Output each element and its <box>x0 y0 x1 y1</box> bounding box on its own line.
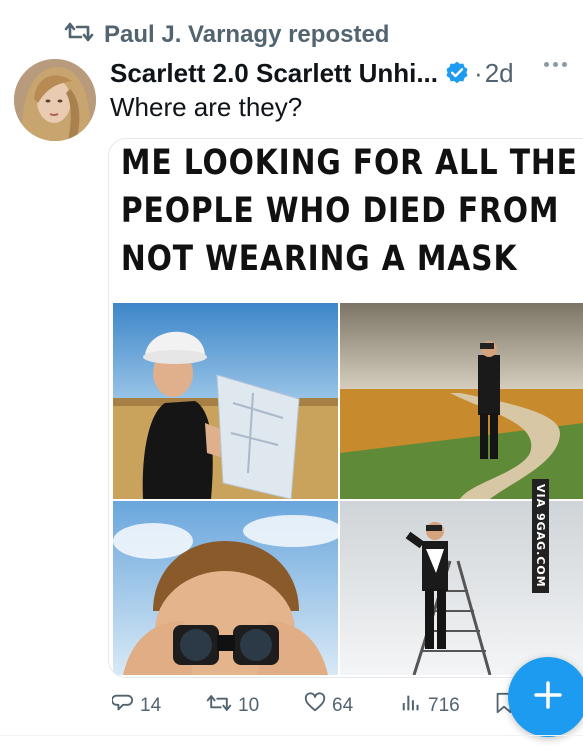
tweet-media[interactable]: ME LOOKING FOR ALL THE PEOPLE WHO DIED F… <box>108 138 583 678</box>
meme-panel-binoculars <box>113 501 338 675</box>
repost-icon <box>64 20 94 51</box>
reply-icon <box>111 692 134 720</box>
reply-count: 14 <box>140 695 162 716</box>
repost-button[interactable]: 10 <box>206 692 259 720</box>
avatar[interactable] <box>14 59 96 141</box>
like-button[interactable]: 64 <box>304 692 353 720</box>
separator-dot: · <box>474 57 483 88</box>
views-button[interactable]: 716 <box>400 692 460 720</box>
verified-badge-icon <box>444 60 470 86</box>
plus-icon <box>532 679 564 716</box>
compose-button[interactable] <box>508 657 583 737</box>
meme-caption-line: NOT WEARING A MASK <box>120 239 518 279</box>
meme-caption-line: PEOPLE WHO DIED FROM <box>120 191 560 231</box>
tweet-header: Scarlett 2.0 Scarlett Unhi... · 2d <box>110 56 573 90</box>
repost-indicator[interactable]: Paul J. Varnagy reposted <box>64 18 389 52</box>
meme-caption-line: ME LOOKING FOR ALL THE <box>120 143 578 183</box>
meme-caption: ME LOOKING FOR ALL THE PEOPLE WHO DIED F… <box>109 139 578 299</box>
repost-label: Paul J. Varnagy reposted <box>104 21 390 48</box>
timestamp[interactable]: 2d <box>485 58 514 89</box>
like-count: 64 <box>332 695 354 716</box>
views-icon <box>400 692 422 720</box>
tweet-text: Where are they? <box>110 92 303 122</box>
heart-icon <box>304 692 326 720</box>
meme-panel-field <box>340 303 583 499</box>
watermark: VIA 9GAG.COM <box>532 479 549 593</box>
divider <box>0 735 583 736</box>
views-count: 716 <box>428 695 460 716</box>
meme-panel-map <box>113 303 338 499</box>
reply-button[interactable]: 14 <box>111 692 162 720</box>
repost-icon <box>206 692 232 720</box>
author-name[interactable]: Scarlett 2.0 Scarlett Unhi... <box>110 58 438 89</box>
repost-count: 10 <box>238 695 260 716</box>
more-options-icon[interactable] <box>544 62 567 67</box>
